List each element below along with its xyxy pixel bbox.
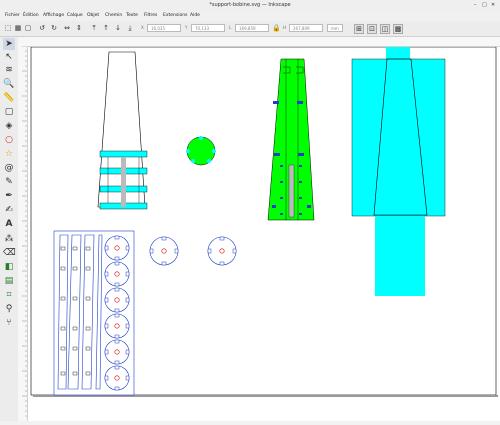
menu-objet[interactable]: Objet (87, 13, 99, 18)
menu-aide[interactable]: Aide (190, 13, 200, 18)
vertical-ruler[interactable] (18, 45, 28, 421)
calligraphy-tool-icon[interactable]: ✍ (3, 204, 15, 216)
horizontal-ruler[interactable] (17, 37, 500, 52)
ellipse-tool-icon[interactable]: ○ (3, 134, 15, 146)
unit-select[interactable]: mm (327, 24, 343, 32)
lower-icon[interactable]: ↓ (114, 24, 122, 32)
menu-filtres[interactable]: Filtres (144, 13, 157, 18)
gear-ring-1[interactable] (149, 236, 179, 266)
measure-tool-icon[interactable]: 📏 (3, 92, 15, 104)
close-icon[interactable]: ✕ (491, 2, 495, 8)
width-label: L (229, 25, 232, 30)
drawing-svg[interactable] (28, 45, 500, 421)
window-title: *support-bobine.svg — Inkscape (209, 2, 291, 8)
ruler-ticks-left (22, 45, 27, 417)
flip-horizontal-icon[interactable]: ⇔ (63, 24, 71, 32)
menu-extensions[interactable]: Extensions (163, 13, 187, 18)
paint-bucket-tool-icon[interactable]: ◧ (3, 261, 15, 273)
menu-calque[interactable]: Calque (67, 13, 83, 18)
x-label: X (141, 25, 144, 30)
eraser-tool-icon[interactable]: ⌫ (3, 247, 16, 259)
menu-bar: Fichier Édition Affichage Calque Objet C… (0, 11, 500, 21)
text-tool-icon[interactable]: A (3, 218, 15, 230)
pen-tool-icon[interactable]: ✒ (3, 190, 15, 202)
node-tool-icon[interactable]: ↖ (3, 51, 15, 63)
menu-texte[interactable]: Texte (126, 13, 138, 18)
width-field[interactable]: 169,859 (235, 24, 269, 32)
gradient-tool-icon[interactable]: ▤ (3, 275, 15, 287)
scale-corners-icon[interactable]: ⊡ (367, 24, 377, 34)
menu-affichage[interactable]: Affichage (43, 13, 64, 18)
lock-icon[interactable]: 🔒 (272, 24, 281, 32)
title-bar: *support-bobine.svg — Inkscape – □ ✕ (0, 0, 500, 11)
zoom-tool-icon[interactable]: 🔍 (3, 78, 15, 90)
3dbox-tool-icon[interactable]: ◈ (3, 120, 15, 132)
menu-chemin[interactable]: Chemin (105, 13, 122, 18)
x-field[interactable]: 16,035 (147, 24, 181, 32)
rotate-cw-icon[interactable]: ↻ (50, 24, 58, 32)
height-field[interactable]: 267,809 (289, 24, 323, 32)
flip-vertical-icon[interactable]: ⇕ (75, 24, 83, 32)
mesh-tool-icon[interactable]: ⌗ (3, 289, 15, 301)
selector-tool-icon[interactable]: ➤ (3, 38, 15, 50)
deselect-icon[interactable]: ▢ (24, 24, 32, 32)
spiral-tool-icon[interactable]: @ (3, 162, 15, 174)
drawing-canvas[interactable] (28, 45, 500, 421)
y-field[interactable]: 70,133 (191, 24, 225, 32)
dropper-tool-icon[interactable]: ⚲ (3, 303, 15, 315)
height-label: H (283, 25, 287, 30)
menu-edition[interactable]: Édition (23, 13, 39, 18)
raise-icon[interactable]: ↑ (102, 24, 110, 32)
rect-tool-icon[interactable]: ▢ (3, 106, 15, 118)
star-tool-icon[interactable]: ☆ (3, 148, 15, 160)
select-all-icon[interactable]: ⬚ (4, 24, 12, 32)
parts-sheet[interactable] (53, 230, 135, 396)
scale-stroke-icon[interactable]: ⊞ (354, 24, 364, 34)
lower-to-bottom-icon[interactable]: ⤓ (126, 24, 134, 32)
minimize-icon[interactable]: – (474, 2, 477, 8)
pencil-tool-icon[interactable]: ✎ (3, 176, 15, 188)
tweak-tool-icon[interactable]: ≋ (3, 64, 15, 76)
rotate-ccw-icon[interactable]: ↺ (38, 24, 46, 32)
maximize-icon[interactable]: □ (482, 2, 487, 8)
connector-tool-icon[interactable]: ⑂ (3, 317, 15, 329)
raise-to-top-icon[interactable]: ⤒ (90, 24, 98, 32)
select-all-layers-icon[interactable]: ▦ (14, 24, 22, 32)
tool-controls-bar: ⬚ ▦ ▢ ↺ ↻ ⇔ ⇕ ⤒ ↑ ↓ ⤓ X 16,035 Y 70,133 … (0, 21, 500, 37)
move-gradients-icon[interactable]: ◫ (380, 24, 390, 34)
y-label: Y (185, 25, 188, 30)
toolbox: ➤ ↖ ≋ 🔍 📏 ▢ ◈ ○ ☆ @ ✎ ✒ ✍ A ⁂ ⌫ ◧ ▤ ⌗ ⚲ … (0, 37, 19, 421)
gear-ring-2[interactable] (207, 236, 237, 266)
move-patterns-icon[interactable]: ▩ (393, 24, 403, 34)
menu-fichier[interactable]: Fichier (5, 13, 20, 18)
spray-tool-icon[interactable]: ⁂ (3, 233, 15, 245)
